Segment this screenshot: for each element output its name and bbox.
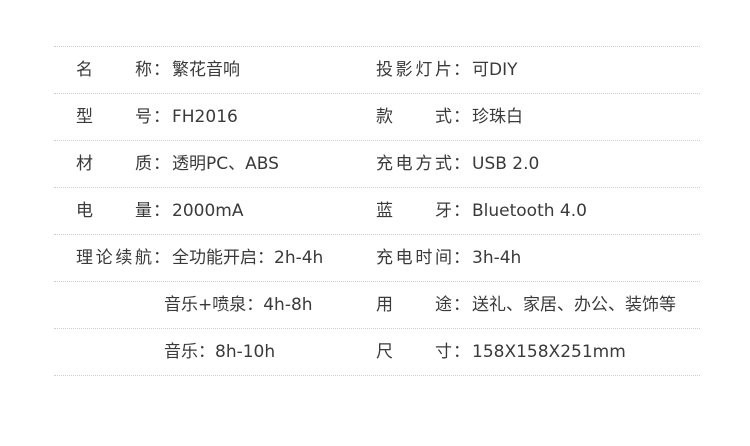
- spec-value: 珍珠白: [472, 107, 523, 127]
- spec-row-battery: 电量： 2000mA 蓝牙： Bluetooth 4.0: [54, 188, 700, 235]
- spec-label: 电量: [76, 201, 152, 221]
- spec-value: Bluetooth 4.0: [472, 201, 587, 221]
- spec-material: 材质： 透明PC、ABS: [76, 141, 279, 187]
- spec-colon: ：: [453, 295, 470, 315]
- spec-label: 投影灯片: [376, 60, 452, 80]
- spec-colon: ：: [453, 154, 470, 174]
- spec-value: 158X158X251mm: [472, 342, 626, 362]
- spec-value: 透明PC、ABS: [172, 154, 279, 174]
- spec-value: 可DIY: [472, 60, 518, 80]
- spec-row-material: 材质： 透明PC、ABS 充电方式： USB 2.0: [54, 141, 700, 188]
- spec-style: 款式： 珍珠白: [376, 94, 523, 140]
- spec-value: USB 2.0: [472, 154, 540, 174]
- spec-model: 型号： FH2016: [76, 94, 238, 140]
- spec-label: 款式: [376, 107, 452, 127]
- spec-projection-slide: 投影灯片： 可DIY: [376, 47, 518, 93]
- spec-colon: ：: [453, 107, 470, 127]
- spec-colon: ：: [153, 201, 170, 221]
- spec-charging-method: 充电方式： USB 2.0: [376, 141, 539, 187]
- spec-label: 材质: [76, 154, 152, 174]
- spec-label: 型号: [76, 107, 152, 127]
- spec-colon: ：: [153, 60, 170, 80]
- spec-value: 音乐+喷泉：4h-8h: [164, 295, 313, 315]
- spec-label: 蓝牙: [376, 201, 452, 221]
- spec-value: 全功能开启：2h-4h: [172, 248, 324, 268]
- spec-colon: ：: [453, 248, 470, 268]
- spec-battery-life-music: 音乐：8h-10h: [164, 329, 275, 375]
- spec-label: 理论续航: [76, 248, 152, 268]
- spec-usage: 用途： 送礼、家居、办公、装饰等: [376, 282, 676, 328]
- spec-value: 3h-4h: [472, 248, 522, 268]
- spec-label: 充电时间: [376, 248, 452, 268]
- spec-colon: ：: [453, 201, 470, 221]
- spec-bluetooth: 蓝牙： Bluetooth 4.0: [376, 188, 587, 234]
- spec-name: 名称： 繁花音响: [76, 47, 240, 93]
- spec-colon: ：: [153, 154, 170, 174]
- spec-colon: ：: [453, 342, 470, 362]
- spec-colon: ：: [153, 248, 170, 268]
- spec-label: 用途: [376, 295, 452, 315]
- spec-battery-life: 理论续航： 全功能开启：2h-4h: [76, 235, 323, 281]
- spec-label: 名称: [76, 60, 152, 80]
- spec-battery: 电量： 2000mA: [76, 188, 243, 234]
- spec-value: 音乐：8h-10h: [164, 342, 276, 362]
- spec-row-usage: 音乐+喷泉：4h-8h 用途： 送礼、家居、办公、装饰等: [54, 282, 700, 329]
- spec-row-size: 音乐：8h-10h 尺寸： 158X158X251mm: [54, 329, 700, 376]
- spec-colon: ：: [153, 107, 170, 127]
- spec-row-battery-life: 理论续航： 全功能开启：2h-4h 充电时间： 3h-4h: [54, 235, 700, 282]
- spec-size: 尺寸： 158X158X251mm: [376, 329, 626, 375]
- spec-charging-time: 充电时间： 3h-4h: [376, 235, 521, 281]
- spec-colon: ：: [453, 60, 470, 80]
- spec-value: 2000mA: [172, 201, 244, 221]
- spec-value: 繁花音响: [172, 60, 240, 80]
- spec-table: 名称： 繁花音响 投影灯片： 可DIY 型号： FH2016 款式： 珍珠白 材质： 透明…: [54, 46, 700, 376]
- spec-label: 尺寸: [376, 342, 452, 362]
- spec-value: 送礼、家居、办公、装饰等: [472, 295, 676, 315]
- spec-battery-life-music-fountain: 音乐+喷泉：4h-8h: [164, 282, 313, 328]
- spec-row-name: 名称： 繁花音响 投影灯片： 可DIY: [54, 47, 700, 94]
- spec-row-model: 型号： FH2016 款式： 珍珠白: [54, 94, 700, 141]
- spec-label: 充电方式: [376, 154, 452, 174]
- spec-value: FH2016: [172, 107, 238, 127]
